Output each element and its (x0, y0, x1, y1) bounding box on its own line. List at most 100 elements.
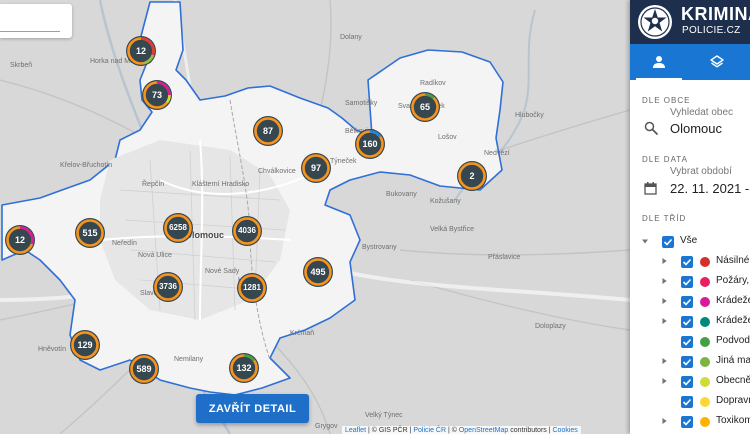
place-label: Nedvězí (484, 150, 510, 157)
check-icon (682, 358, 692, 366)
tree-row-category[interactable]: Krádeže prosté (630, 312, 750, 332)
tree-row-category[interactable]: Obecně nebezpečné (630, 372, 750, 392)
tab-layers[interactable] (688, 44, 746, 80)
place-label: Neředín (112, 240, 137, 247)
checkbox-category[interactable] (681, 296, 693, 308)
checkbox-category[interactable] (681, 376, 693, 388)
brand-title: KRIMINALITA (681, 4, 750, 24)
search-underline (0, 31, 60, 32)
cluster-count: 12 (135, 46, 146, 56)
checkbox-category[interactable] (681, 416, 693, 428)
place-label: Lošov (438, 134, 457, 141)
checkbox-category[interactable] (681, 316, 693, 328)
cluster-count: 65 (419, 102, 430, 112)
checkbox-category[interactable] (681, 356, 693, 368)
cluster-marker[interactable]: 87 (252, 115, 284, 147)
check-icon (682, 278, 692, 286)
place-label: Doloplazy (535, 323, 566, 330)
caret-right-icon[interactable] (662, 318, 668, 324)
place-label: Nemilany (174, 356, 204, 363)
check-icon (682, 378, 692, 386)
map-search-box[interactable] (0, 4, 72, 38)
data-field-label: Vybrat období (670, 166, 732, 177)
map-attribution: Leaflet | © GIS PČR | Policie ČR | © Ope… (342, 426, 581, 434)
leaflet-link[interactable]: Leaflet (345, 427, 366, 434)
policie-link[interactable]: Policie ČR (413, 427, 446, 434)
category-color-dot (700, 397, 710, 407)
police-logo-icon (638, 5, 672, 39)
attribution-sep-2: | © (446, 427, 459, 434)
cluster-marker[interactable]: 73 (141, 79, 173, 111)
place-label: Přáslavice (488, 254, 521, 261)
cluster-marker[interactable]: 589 (128, 353, 160, 385)
place-label: Samotišky (345, 100, 378, 107)
tree-row-category[interactable]: Násilné činy (630, 252, 750, 272)
tree-row-category[interactable]: Dopravní nehody (630, 392, 750, 412)
cluster-count: 515 (82, 228, 98, 238)
category-color-dot (700, 377, 710, 387)
map[interactable]: Skrbeň Horka nad Moravou Křelov-Břuchotín D… (0, 0, 630, 434)
cookies-link[interactable]: Cookies (553, 427, 578, 434)
category-color-dot (700, 357, 710, 367)
tree-row-category[interactable]: Požáry, výbuchy (630, 272, 750, 292)
tree-row-category[interactable]: Toxikomanie (630, 412, 750, 432)
tab-filters[interactable] (630, 44, 688, 80)
close-detail-button[interactable]: ZAVŘÍT DETAIL (196, 394, 309, 423)
place-label: Velká Bystřice (430, 226, 474, 233)
cluster-marker[interactable]: 4036 (231, 215, 263, 247)
attribution-sep-1: | © GIS PČR | (366, 427, 414, 434)
checkbox-category[interactable] (681, 276, 693, 288)
category-color-dot (700, 297, 710, 307)
caret-right-icon[interactable] (662, 278, 668, 284)
cluster-marker[interactable]: 65 (409, 91, 441, 123)
cluster-count: 589 (136, 364, 152, 374)
category-label: Násilné činy (716, 255, 750, 266)
attribution-sep-3: contributors | (508, 427, 553, 434)
category-label: Toxikomanie (716, 415, 750, 426)
brand-header: KRIMINALITA POLICIE.CZ (630, 0, 750, 44)
place-label: Dolany (340, 34, 362, 41)
place-label: Radíkov (420, 80, 446, 87)
checkbox-category[interactable] (681, 336, 693, 348)
cluster-count: 129 (77, 340, 93, 350)
checkbox-category[interactable] (681, 396, 693, 408)
tree-row-category[interactable]: Jiná majetková (630, 352, 750, 372)
calendar-icon (644, 182, 657, 195)
place-label: Nová Ulice (138, 252, 172, 259)
cluster-marker[interactable]: 12 (125, 35, 157, 67)
obec-input[interactable]: Olomouc (670, 121, 722, 136)
tree-row-category[interactable]: Podvody (630, 332, 750, 352)
osm-link[interactable]: OpenStreetMap (459, 427, 508, 434)
cluster-marker[interactable]: 12 (4, 224, 36, 256)
cluster-count: 87 (262, 126, 273, 136)
place-label: Bystrovany (362, 244, 397, 251)
caret-right-icon[interactable] (662, 358, 668, 364)
cluster-marker[interactable]: 160 (354, 128, 386, 160)
checkbox-category[interactable] (681, 256, 693, 268)
place-label: Bukovany (386, 191, 417, 198)
caret-right-icon[interactable] (662, 378, 668, 384)
tree-row-root[interactable]: Vše (630, 232, 750, 252)
cluster-marker[interactable]: 515 (74, 217, 106, 249)
tree-row-category[interactable]: Krádeže vloupáním (630, 292, 750, 312)
cluster-marker[interactable]: 6258 (162, 212, 194, 244)
cluster-marker[interactable]: 129 (69, 329, 101, 361)
cluster-count: 2 (469, 171, 475, 181)
cluster-marker[interactable]: 495 (302, 256, 334, 288)
cluster-marker[interactable]: 3736 (152, 271, 184, 303)
caret-right-icon[interactable] (662, 258, 668, 264)
cluster-marker[interactable]: 2 (456, 160, 488, 192)
check-icon (682, 298, 692, 306)
cluster-marker[interactable]: 97 (300, 152, 332, 184)
cluster-count: 3736 (159, 282, 177, 291)
checkbox-root[interactable] (662, 236, 674, 248)
date-range-input[interactable]: 22. 11. 2021 - 21. 2. 2022 (670, 181, 750, 196)
caret-down-icon[interactable] (642, 239, 648, 245)
place-label: Grygov (315, 423, 338, 430)
cluster-count: 132 (236, 363, 252, 373)
caret-right-icon[interactable] (662, 298, 668, 304)
category-label: Jiná majetková (716, 355, 750, 366)
cluster-marker[interactable]: 1281 (236, 272, 268, 304)
caret-right-icon[interactable] (662, 418, 668, 424)
cluster-marker[interactable]: 132 (228, 352, 260, 384)
